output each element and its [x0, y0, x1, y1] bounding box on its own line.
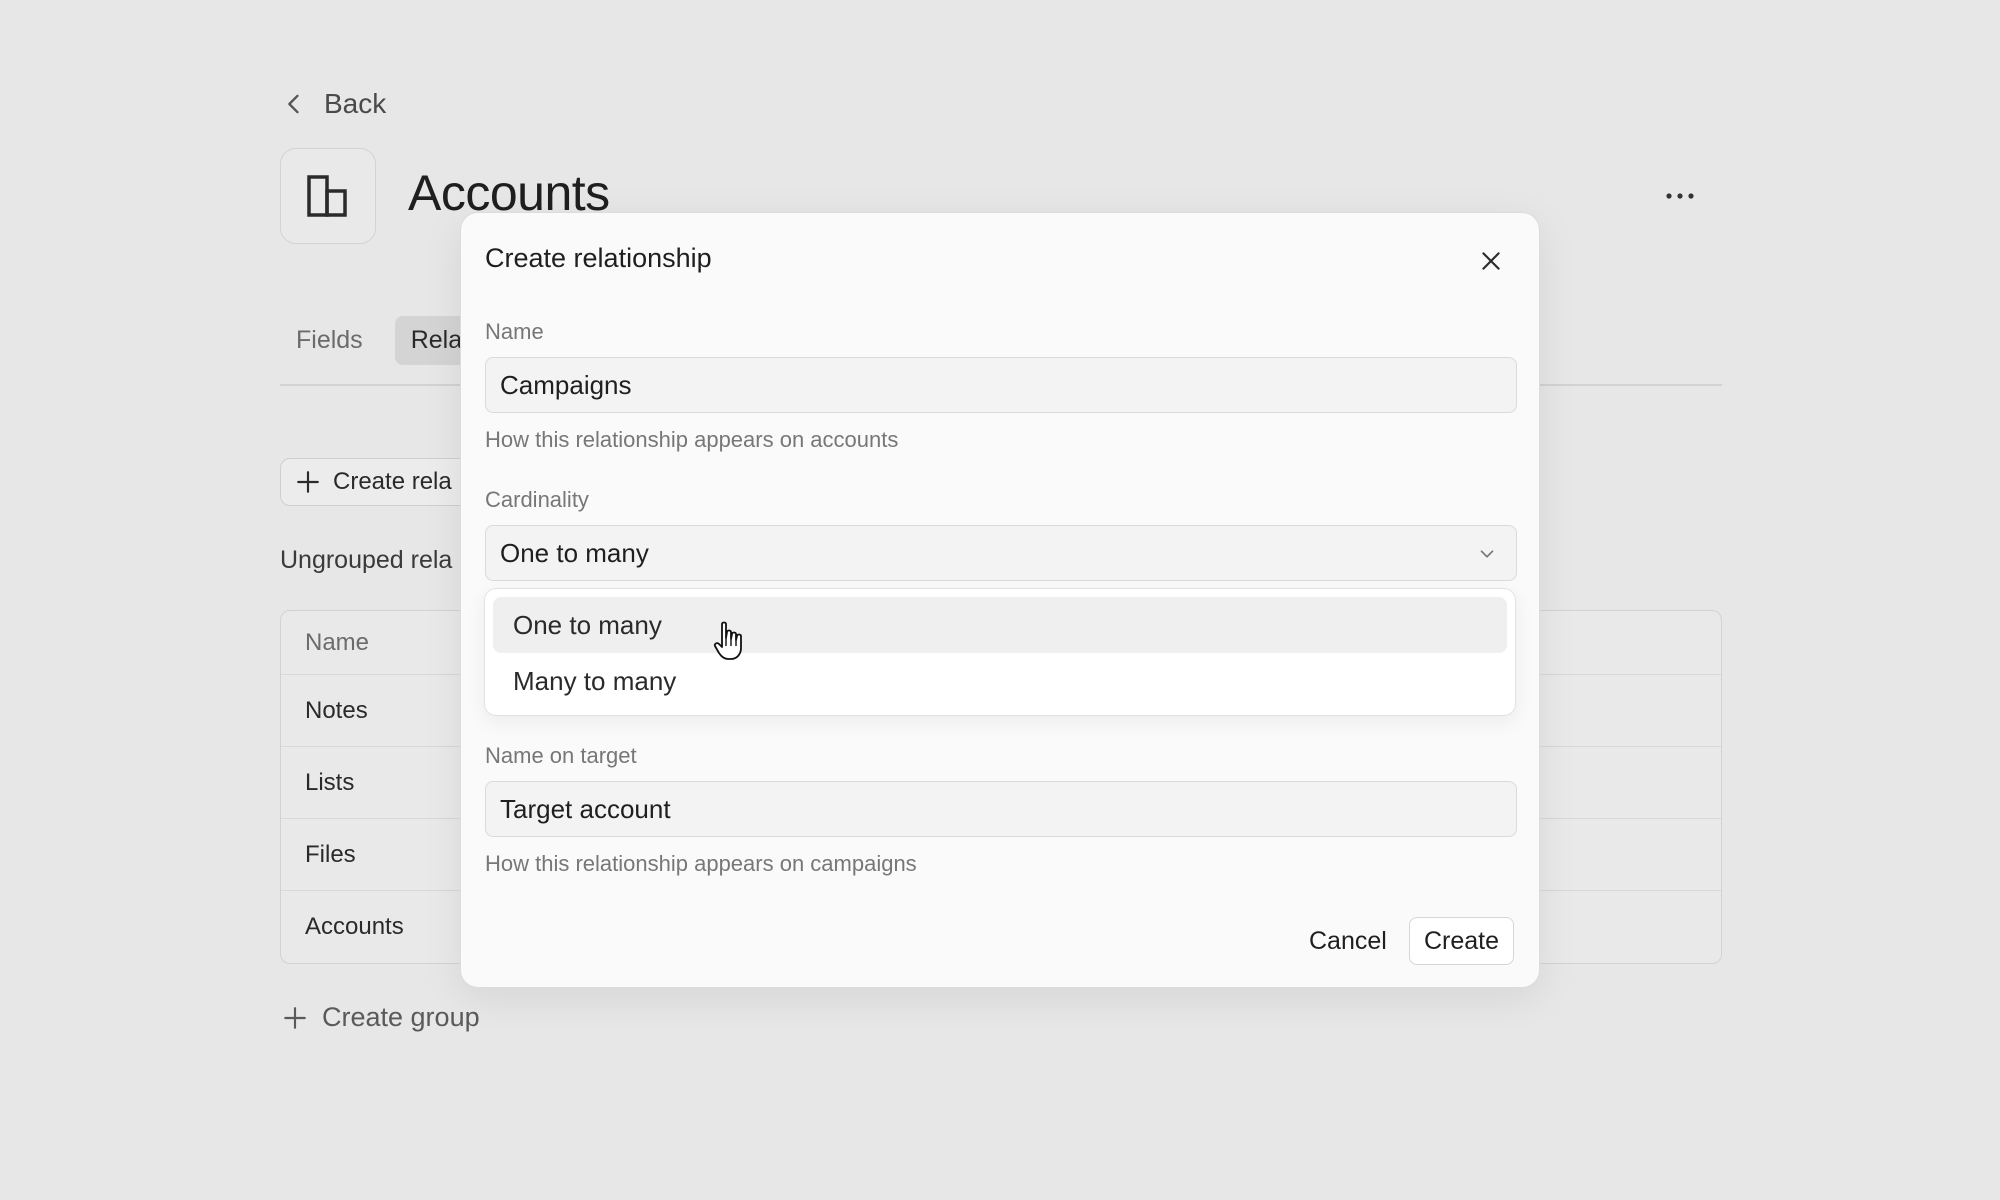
- name-label: Name: [485, 319, 544, 344]
- close-button[interactable]: [1473, 243, 1509, 279]
- building-icon: [307, 175, 347, 217]
- name-input[interactable]: Campaigns: [485, 357, 1517, 413]
- cardinality-select[interactable]: One to many: [485, 525, 1517, 581]
- cancel-button[interactable]: Cancel: [1293, 917, 1403, 965]
- create-relationship-label: Create rela: [333, 468, 452, 495]
- tabs: Fields Rela: [280, 316, 479, 365]
- chevron-down-icon: [1480, 550, 1494, 558]
- back-link[interactable]: Back: [280, 88, 386, 120]
- chevron-left-icon: [288, 94, 299, 114]
- create-button[interactable]: Create: [1409, 917, 1515, 965]
- target-label: Name on target: [485, 743, 637, 768]
- object-icon: [280, 148, 376, 244]
- tab-fields[interactable]: Fields: [280, 316, 379, 365]
- create-relationship-button[interactable]: Create rela: [280, 458, 471, 506]
- create-group-label: Create group: [322, 1002, 480, 1032]
- modal-title: Create relationship: [485, 243, 712, 273]
- cardinality-label: Cardinality: [485, 487, 589, 512]
- target-name-input[interactable]: Target account: [485, 781, 1517, 837]
- cardinality-dropdown: One to many Many to many: [484, 588, 1516, 716]
- plus-icon: [284, 1006, 306, 1029]
- back-label: Back: [324, 88, 387, 119]
- section-title: Ungrouped rela: [280, 546, 453, 574]
- create-group-button[interactable]: Create group: [282, 1002, 480, 1033]
- option-one-to-many[interactable]: One to many: [493, 597, 1507, 653]
- name-help: How this relationship appears on account…: [485, 427, 899, 452]
- plus-icon: [297, 471, 319, 493]
- page: Back Accounts Fields Rela Create rela Un…: [0, 0, 2000, 1200]
- cardinality-value: One to many: [500, 537, 649, 568]
- more-horizontal-icon: [1666, 193, 1694, 199]
- target-help: How this relationship appears on campaig…: [485, 851, 917, 876]
- more-button[interactable]: [1660, 176, 1700, 216]
- close-icon: [1482, 252, 1500, 270]
- option-many-to-many[interactable]: Many to many: [493, 653, 1507, 709]
